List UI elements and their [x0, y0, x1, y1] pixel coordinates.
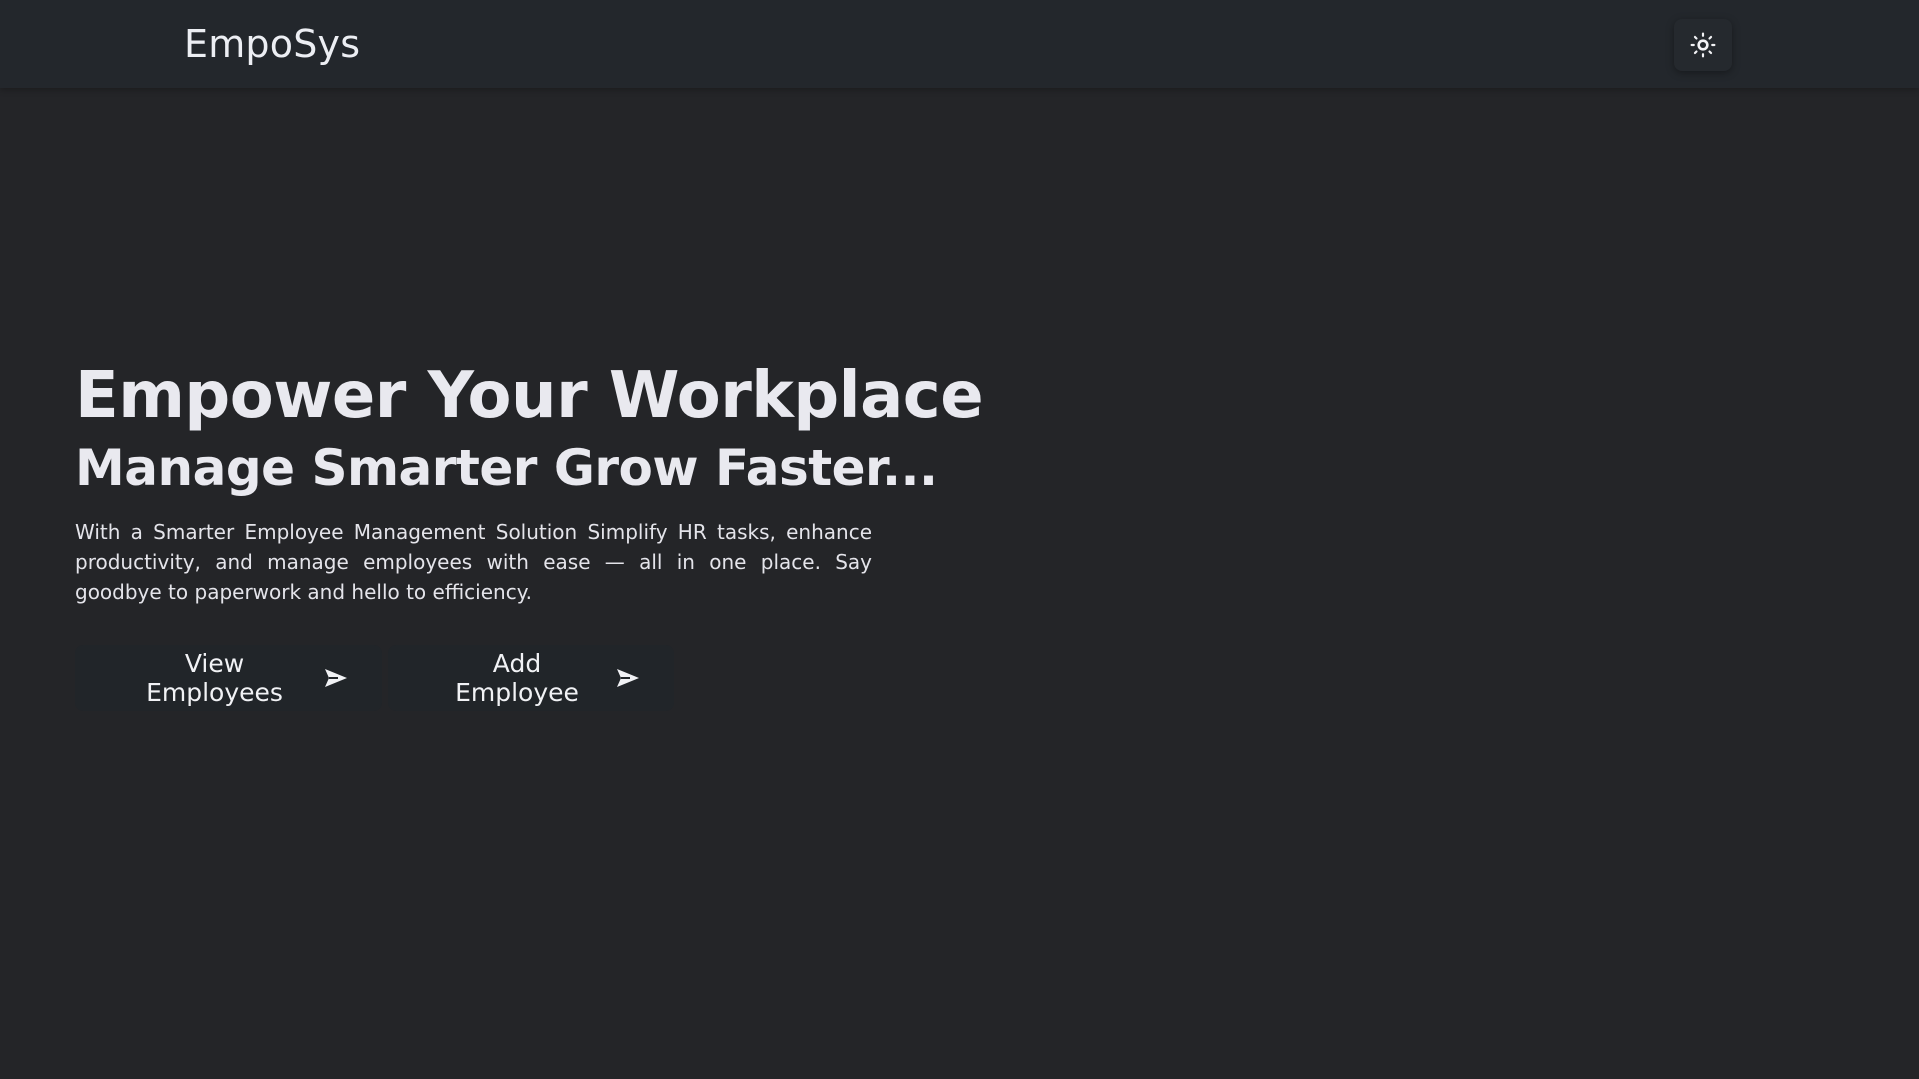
theme-toggle-button[interactable]: [1674, 19, 1732, 71]
add-employee-label: Add Employee: [455, 649, 579, 707]
navbar: EmpoSys: [0, 0, 1919, 88]
hero-title: Empower Your Workplace: [75, 359, 984, 433]
view-employees-button[interactable]: View Employees: [75, 645, 382, 711]
view-employees-label: View Employees: [146, 649, 283, 707]
send-arrow-icon: [616, 668, 640, 688]
hero-subtitle: Manage Smarter Grow Faster...: [75, 439, 938, 497]
add-employee-button[interactable]: Add Employee: [388, 645, 674, 711]
brand-logo-text[interactable]: EmpoSys: [184, 20, 360, 68]
hero-description: With a Smarter Employee Management Solut…: [75, 520, 872, 604]
hero-section: Empower Your Workplace Manage Smarter Gr…: [75, 355, 984, 607]
send-arrow-icon: [324, 668, 348, 688]
hero-actions: View Employees Add Employee: [75, 645, 674, 711]
sun-icon: [1690, 32, 1716, 58]
